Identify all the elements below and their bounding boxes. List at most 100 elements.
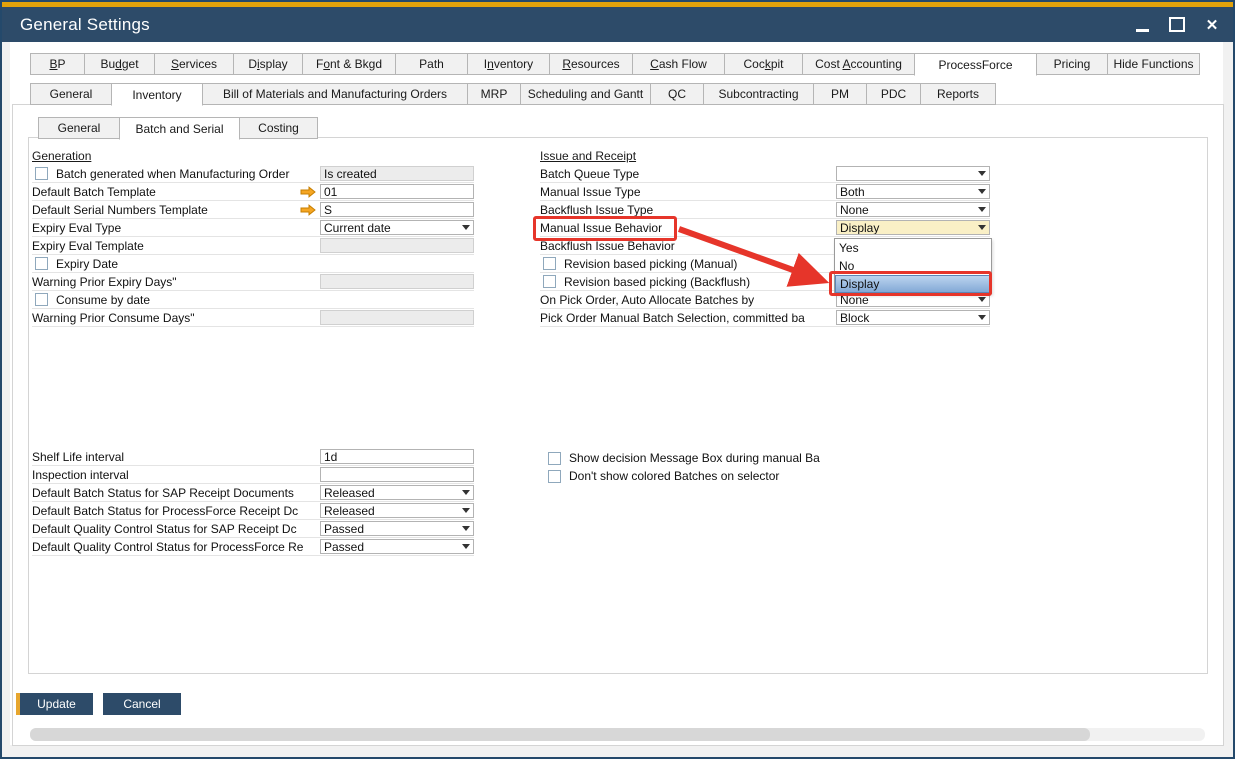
- minimize-button[interactable]: [1131, 14, 1153, 36]
- tab-mrp[interactable]: MRP: [467, 83, 521, 105]
- cancel-button[interactable]: Cancel: [103, 693, 181, 715]
- scrollbar-thumb[interactable]: [30, 728, 1090, 741]
- text-field-shelf-life-interval[interactable]: 1d: [320, 449, 474, 464]
- field-slot: [320, 467, 474, 482]
- tab-processforce[interactable]: ProcessForce: [914, 53, 1037, 76]
- text-field-disabled-batch-generated-when-manufacturing-order: Is created: [320, 166, 474, 181]
- dropdown[interactable]: Current date: [320, 220, 474, 235]
- tab-costing[interactable]: Costing: [239, 117, 318, 139]
- field-label-revision-based-picking-backflush: Revision based picking (Backflush): [564, 275, 836, 289]
- left-gutter: [2, 42, 10, 757]
- tab-path[interactable]: Path: [395, 53, 468, 75]
- field-label-default-serial-numbers-template: Default Serial Numbers Template: [32, 203, 300, 217]
- dropdown[interactable]: Both: [836, 184, 990, 199]
- arrow-slot: [300, 186, 320, 198]
- tab-label: Path: [419, 57, 444, 71]
- tab-cash-flow[interactable]: Cash Flow: [632, 53, 725, 75]
- bottom-gutter: [2, 745, 1233, 757]
- tab-general[interactable]: General: [38, 117, 120, 139]
- tab-label: Inventory: [132, 88, 181, 102]
- dropdown-option-yes[interactable]: Yes: [835, 239, 991, 257]
- form-row-warning-prior-expiry-days: Warning Prior Expiry Days": [32, 273, 474, 291]
- tab-inventory[interactable]: Inventory: [111, 83, 203, 106]
- tab-scheduling-and-gantt[interactable]: Scheduling and Gantt: [520, 83, 651, 105]
- tab-hide-functions[interactable]: Hide Functions: [1107, 53, 1200, 75]
- tab-reports[interactable]: Reports: [920, 83, 996, 105]
- form-row-default-batch-status-for-processforce-receipt-dc: Default Batch Status for ProcessForce Re…: [32, 502, 474, 520]
- tab-general[interactable]: General: [30, 83, 112, 105]
- text-field-disabled-warning-prior-expiry-days: [320, 274, 474, 289]
- chevron-down-icon: [978, 315, 986, 320]
- text-field-default-batch-template[interactable]: 01: [320, 184, 474, 199]
- form-row-manual-issue-behavior: Manual Issue BehaviorDisplay: [540, 219, 990, 237]
- checkbox-batch-generated-when-manufacturing-order[interactable]: [35, 167, 48, 180]
- dropdown[interactable]: [836, 166, 990, 181]
- checkbox-revision-based-picking-backflush[interactable]: [543, 275, 556, 288]
- tab-bp[interactable]: BP: [30, 53, 85, 75]
- field-slot: S: [320, 202, 474, 217]
- text-field-default-serial-numbers-template[interactable]: S: [320, 202, 474, 217]
- update-button[interactable]: Update: [16, 693, 93, 715]
- dropdown[interactable]: Display: [836, 220, 990, 235]
- tab-services[interactable]: Services: [154, 53, 234, 75]
- checkbox-revision-based-picking-manual[interactable]: [543, 257, 556, 270]
- field-label-batch-queue-type: Batch Queue Type: [540, 167, 836, 181]
- dropdown[interactable]: Released: [320, 485, 474, 500]
- dropdown-option-no[interactable]: No: [835, 257, 991, 275]
- tab-batch-and-serial[interactable]: Batch and Serial: [119, 117, 240, 140]
- field-label-default-quality-control-status-for-processforce-re: Default Quality Control Status for Proce…: [32, 540, 320, 554]
- field-label-expiry-date: Expiry Date: [56, 257, 300, 271]
- field-label-inspection-interval: Inspection interval: [32, 468, 320, 482]
- tab-bill-of-materials-and-manufacturing-orders[interactable]: Bill of Materials and Manufacturing Orde…: [202, 83, 468, 105]
- tab-qc[interactable]: QC: [650, 83, 704, 105]
- chevron-down-icon: [978, 225, 986, 230]
- field-slot: [320, 274, 474, 289]
- tab-budget[interactable]: Budget: [84, 53, 155, 75]
- dropdown[interactable]: Block: [836, 310, 990, 325]
- field-slot: Passed: [320, 539, 474, 554]
- chevron-down-icon: [462, 490, 470, 495]
- field-slot: [320, 238, 474, 253]
- dropdown-value: Both: [840, 185, 865, 199]
- link-arrow-icon[interactable]: [300, 186, 316, 198]
- field-label-default-batch-status-for-sap-receipt-documents: Default Batch Status for SAP Receipt Doc…: [32, 486, 320, 500]
- checkbox-expiry-date[interactable]: [35, 257, 48, 270]
- checkbox-don-t-show-colored-batches-on-selector[interactable]: [548, 470, 561, 483]
- chevron-down-icon: [462, 544, 470, 549]
- form-row-default-batch-template: Default Batch Template01: [32, 183, 474, 201]
- dropdown[interactable]: Passed: [320, 539, 474, 554]
- dropdown-value: None: [840, 203, 869, 217]
- tab-font-bkgd[interactable]: Font & Bkgd: [302, 53, 396, 75]
- chevron-down-icon: [462, 508, 470, 513]
- dropdown[interactable]: None: [836, 202, 990, 217]
- tab-cost-accounting[interactable]: Cost Accounting: [802, 53, 915, 75]
- dropdown[interactable]: Passed: [320, 521, 474, 536]
- right-gutter: [1223, 42, 1233, 757]
- tab-inventory[interactable]: Inventory: [467, 53, 550, 75]
- form-row-warning-prior-consume-days: Warning Prior Consume Days": [32, 309, 474, 327]
- checkbox-consume-by-date[interactable]: [35, 293, 48, 306]
- dropdown[interactable]: Released: [320, 503, 474, 518]
- tab-subcontracting[interactable]: Subcontracting: [703, 83, 814, 105]
- form-row-default-quality-control-status-for-sap-receipt-dc: Default Quality Control Status for SAP R…: [32, 520, 474, 538]
- dropdown[interactable]: None: [836, 292, 990, 307]
- form-row-expiry-eval-type: Expiry Eval TypeCurrent date: [32, 219, 474, 237]
- dropdown-option-display[interactable]: Display: [835, 275, 991, 293]
- tab-row-inventory-sub: GeneralBatch and SerialCosting: [38, 117, 318, 140]
- field-slot: None: [836, 292, 990, 307]
- text-field-inspection-interval[interactable]: [320, 467, 474, 482]
- close-button[interactable]: ✕: [1201, 14, 1223, 36]
- tab-display[interactable]: Display: [233, 53, 303, 75]
- form-row-inspection-interval: Inspection interval: [32, 466, 474, 484]
- chevron-down-icon: [978, 189, 986, 194]
- link-arrow-icon[interactable]: [300, 204, 316, 216]
- tab-pdc[interactable]: PDC: [866, 83, 921, 105]
- maximize-button[interactable]: [1166, 14, 1188, 36]
- dropdown-value: Block: [840, 311, 869, 325]
- tab-resources[interactable]: Resources: [549, 53, 633, 75]
- tab-pm[interactable]: PM: [813, 83, 867, 105]
- tab-cockpit[interactable]: Cockpit: [724, 53, 803, 75]
- tab-pricing[interactable]: Pricing: [1036, 53, 1108, 75]
- tab-label: MRP: [481, 87, 508, 101]
- checkbox-show-decision-message-box-during-manual-ba[interactable]: [548, 452, 561, 465]
